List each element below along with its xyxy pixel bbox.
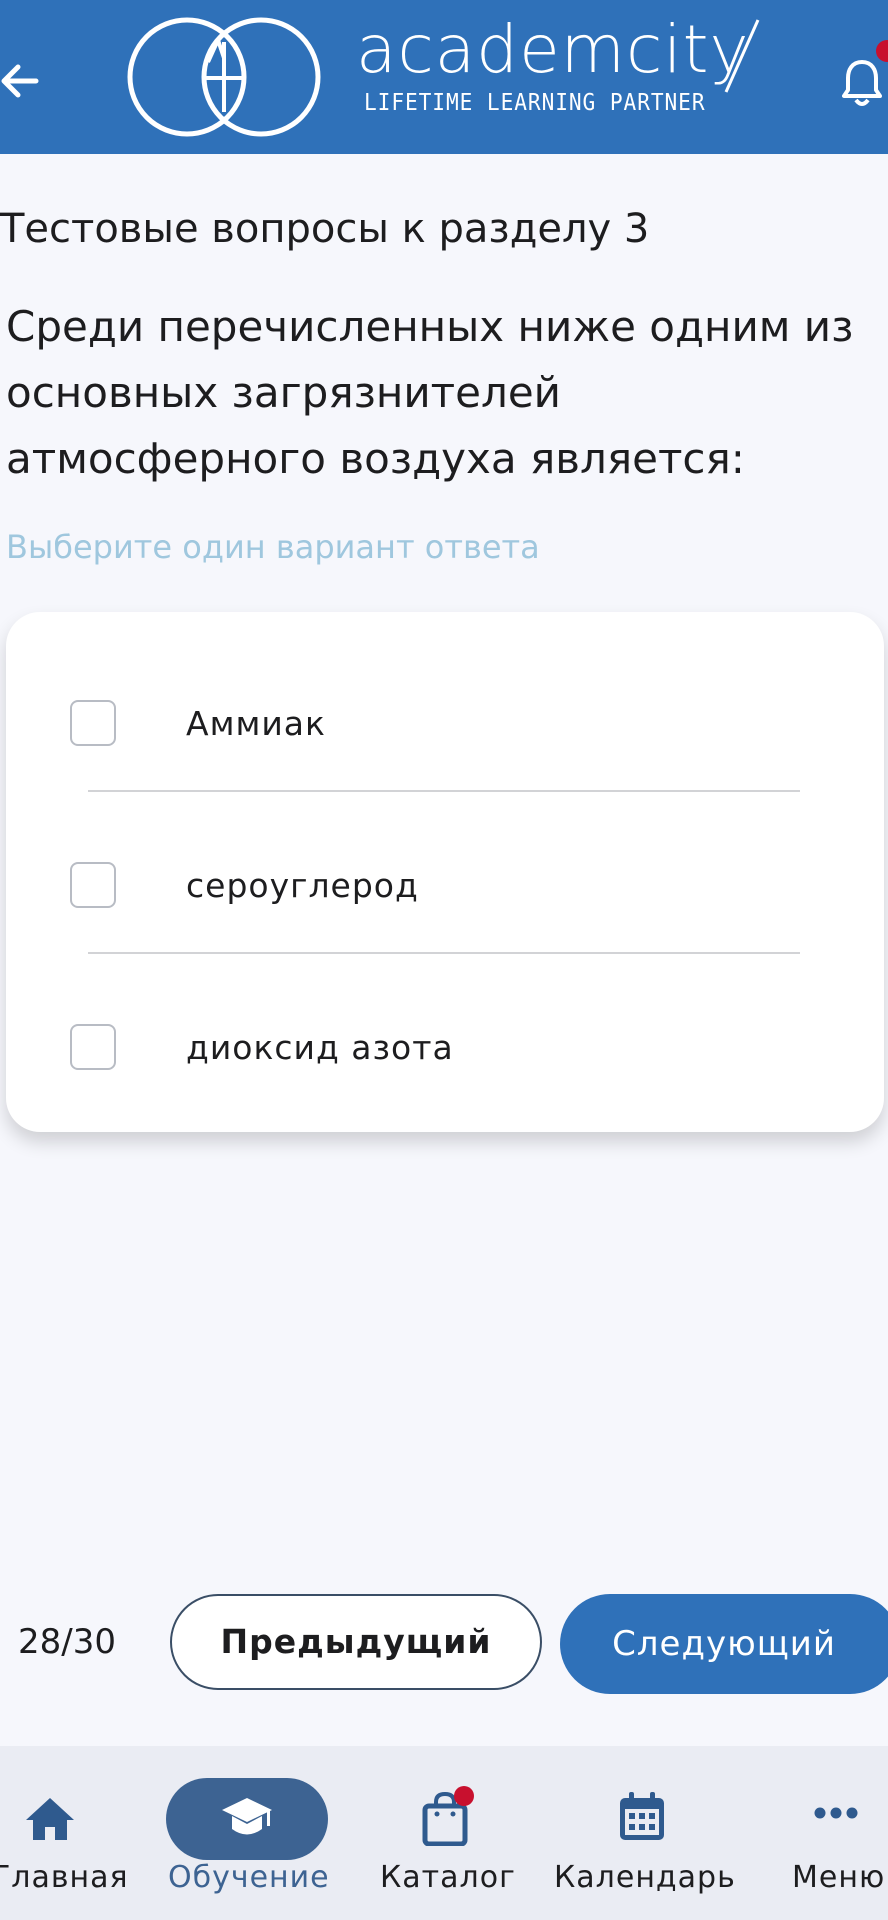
brand-tagline: LIFETIME LEARNING PARTNER xyxy=(364,90,706,116)
calendar-icon xyxy=(620,1792,664,1840)
answer-hint: Выберите один вариант ответа xyxy=(6,528,540,566)
answer-option-label: сероуглерод xyxy=(186,866,419,905)
answer-option[interactable]: диоксид азота xyxy=(6,986,884,1106)
question-counter: 28/30 xyxy=(18,1622,116,1662)
answer-option-label: диоксид азота xyxy=(186,1028,454,1067)
nav-label: Главная xyxy=(0,1860,129,1895)
answer-option[interactable]: сероуглерод xyxy=(6,824,884,944)
nav-item-catalog[interactable]: Каталог xyxy=(370,1746,520,1920)
app-header: academcity LIFETIME LEARNING PARTNER xyxy=(0,0,888,154)
nav-label: Каталог xyxy=(380,1860,516,1895)
option-divider xyxy=(88,790,800,792)
catalog-badge xyxy=(454,1786,474,1806)
section-title: Тестовые вопросы к разделу 3 xyxy=(0,206,650,252)
nav-label: Обучение xyxy=(168,1860,330,1895)
nav-item-calendar[interactable]: Календарь xyxy=(552,1746,735,1920)
answer-checkbox[interactable] xyxy=(70,700,116,746)
notification-bell-icon[interactable] xyxy=(842,56,882,108)
nav-label: Меню xyxy=(792,1860,886,1895)
question-text: Среди перечисленных ниже одним из основн… xyxy=(6,302,854,483)
answer-options-card: Аммиак сероуглерод диоксид азота xyxy=(6,612,884,1132)
answer-checkbox[interactable] xyxy=(70,862,116,908)
next-button[interactable]: Следующий xyxy=(560,1594,888,1694)
answer-checkbox[interactable] xyxy=(70,1024,116,1070)
answer-option-label: Аммиак xyxy=(186,704,326,743)
back-arrow-icon[interactable] xyxy=(0,56,40,106)
academcity-logo-icon xyxy=(127,17,321,137)
nav-label: Календарь xyxy=(554,1860,736,1895)
graduation-cap-icon xyxy=(222,1798,272,1835)
option-divider xyxy=(88,952,800,954)
answer-option[interactable]: Аммиак xyxy=(6,662,884,782)
nav-item-menu[interactable]: Меню xyxy=(790,1746,888,1920)
bottom-navigation: Главная Обучение Каталог Календарь Меню xyxy=(0,1746,888,1920)
nav-item-home[interactable]: Главная xyxy=(0,1746,130,1920)
previous-button[interactable]: Предыдущий xyxy=(170,1594,542,1690)
home-icon xyxy=(26,1798,74,1840)
more-dots-icon xyxy=(814,1807,858,1819)
brand-name: academcity xyxy=(356,11,750,88)
brand-slash-mark xyxy=(724,19,760,93)
nav-item-learning[interactable]: Обучение xyxy=(166,1746,330,1920)
